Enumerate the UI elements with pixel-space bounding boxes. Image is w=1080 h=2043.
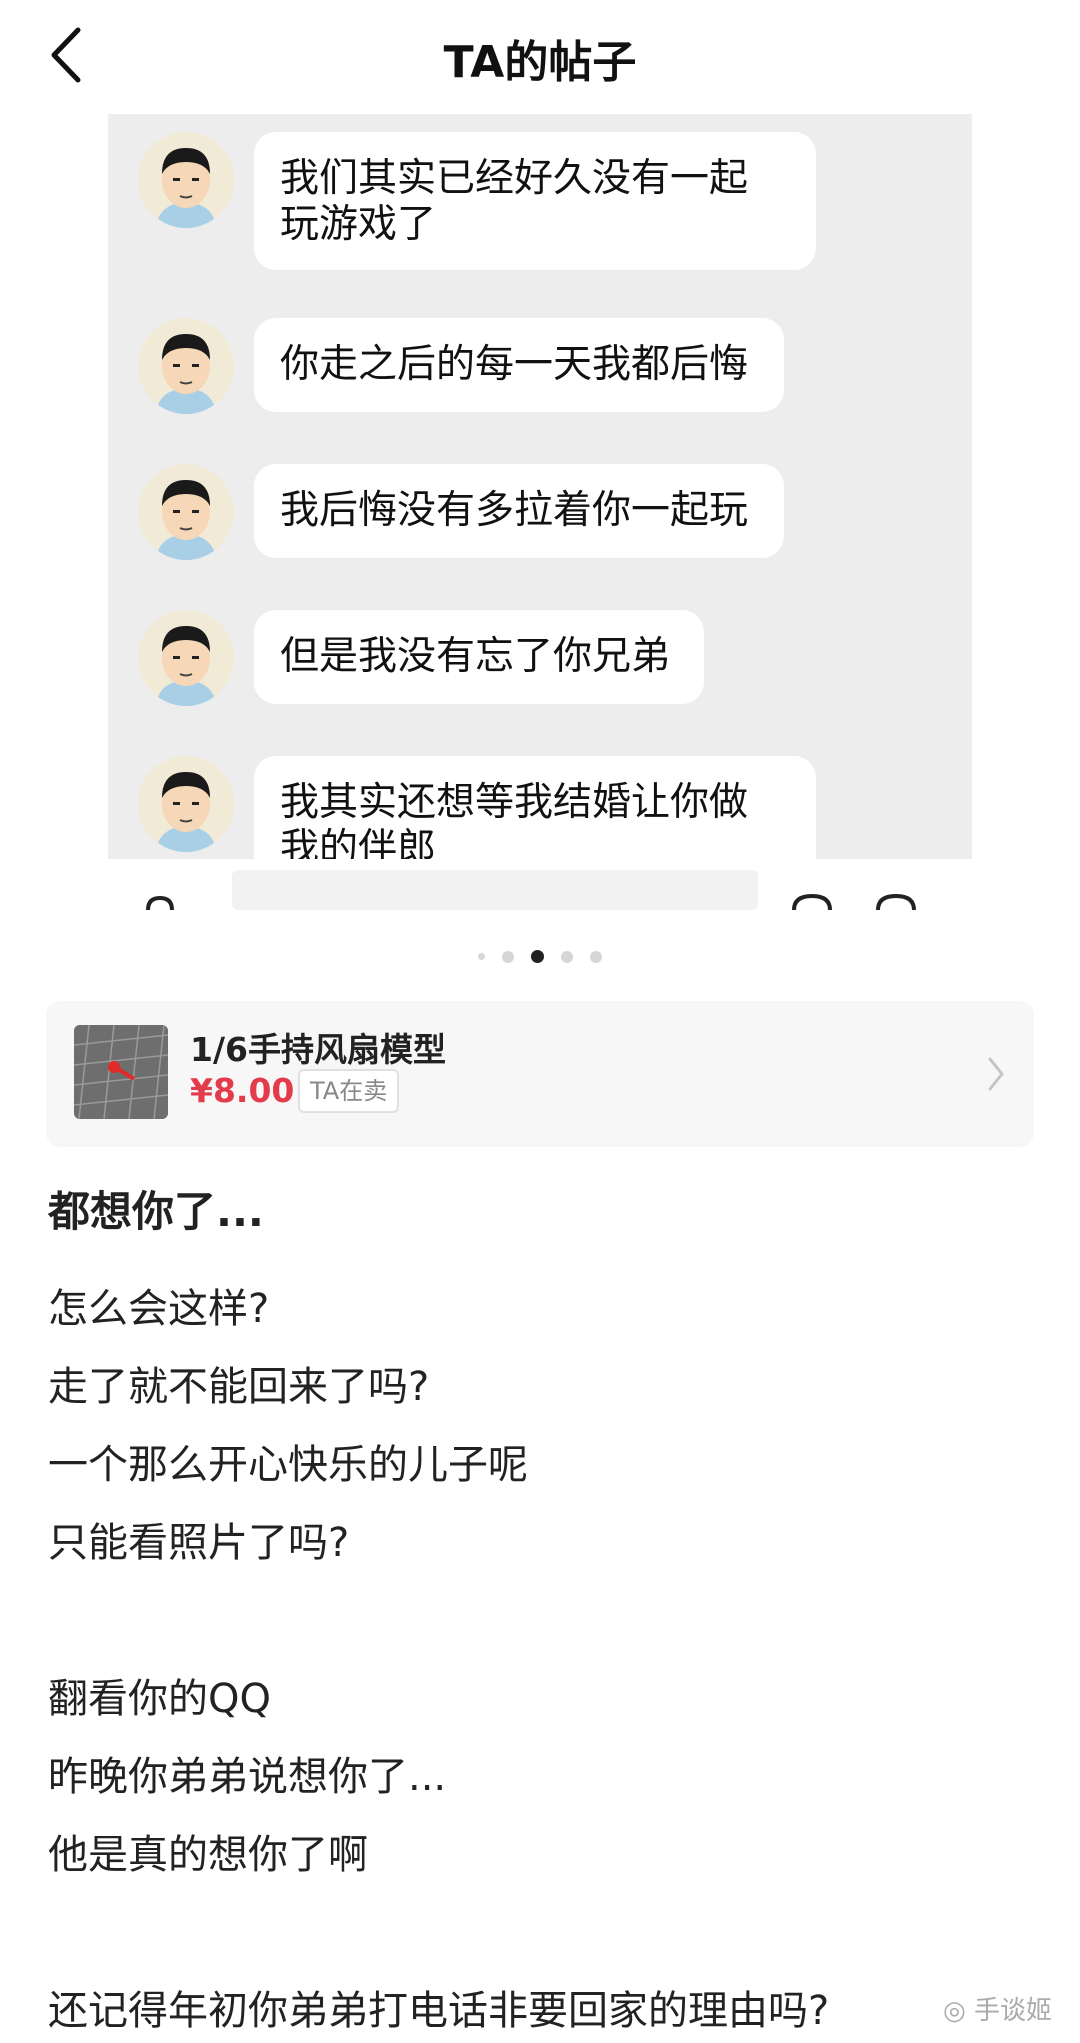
image-carousel[interactable]: 我们其实已经好久没有一起 玩游戏了 你走之后的每一天我都后悔 我后悔没有多拉着你…	[0, 110, 1080, 963]
post-line: 昨晚你弟弟说想你了...	[48, 1754, 447, 1800]
seller-badge: TA在卖	[298, 1069, 400, 1113]
page-title: TA的帖子	[443, 37, 637, 88]
wechat-icon: ◎	[943, 1996, 966, 2026]
avatar	[138, 756, 234, 852]
post-title: 都想你了...	[48, 1187, 264, 1236]
post-line: 一个那么开心快乐的儿子呢	[48, 1442, 528, 1488]
watermark-text: 手谈姬	[973, 1996, 1052, 2026]
avatar	[138, 610, 234, 706]
post-line: 走了就不能回来了吗?	[48, 1364, 430, 1410]
chat-bubble: 我后悔没有多拉着你一起玩	[254, 464, 784, 558]
post-line: 怎么会这样?	[48, 1286, 270, 1332]
carousel-dot	[501, 950, 514, 963]
chat-input-remnant	[108, 860, 972, 910]
post-line: 还记得年初你弟弟打电话非要回家的理由吗?	[48, 1988, 830, 2034]
carousel-indicator	[0, 946, 1080, 966]
product-name: 1/6手持风扇模型	[190, 1030, 446, 1069]
avatar	[138, 464, 234, 560]
post-line: 他是真的想你了啊	[48, 1832, 368, 1878]
chevron-right-icon	[988, 1057, 1004, 1091]
avatar	[138, 132, 234, 228]
chat-text: 我的伴郎	[280, 826, 437, 859]
carousel-dot	[561, 950, 574, 963]
chat-text: 我其实还想等我结婚让你做	[280, 780, 749, 825]
product-thumbnail	[74, 1025, 168, 1119]
chat-bubble: 你走之后的每一天我都后悔	[254, 318, 784, 412]
product-card[interactable]: 1/6手持风扇模型 ¥8.00 TA在卖	[46, 1001, 1034, 1147]
chat-text: 但是我没有忘了你兄弟	[280, 634, 671, 679]
product-price: ¥8.00	[190, 1071, 295, 1110]
watermark: ◎ 手谈姬	[943, 1990, 1052, 2027]
carousel-dot-active	[531, 950, 544, 963]
chat-text: 我后悔没有多拉着你一起玩	[280, 488, 749, 533]
chat-bubble: 我其实还想等我结婚让你做 我的伴郎	[254, 756, 816, 859]
chat-bubble: 但是我没有忘了你兄弟	[254, 610, 704, 704]
post-line: 翻看你的QQ	[48, 1676, 271, 1722]
chat-text: 玩游戏了	[280, 202, 437, 247]
post-line: 只能看照片了吗?	[48, 1520, 350, 1566]
carousel-dot	[477, 953, 485, 960]
top-bar: TA的帖子	[0, 0, 1080, 110]
chat-text: 我们其实已经好久没有一起	[280, 156, 749, 201]
carousel-dot	[590, 950, 603, 963]
chat-text: 你走之后的每一天我都后悔	[280, 342, 749, 387]
chat-bubble: 我们其实已经好久没有一起 玩游戏了	[254, 132, 816, 270]
chat-screenshot: 我们其实已经好久没有一起 玩游戏了 你走之后的每一天我都后悔 我后悔没有多拉着你…	[108, 114, 972, 859]
avatar	[138, 318, 234, 414]
